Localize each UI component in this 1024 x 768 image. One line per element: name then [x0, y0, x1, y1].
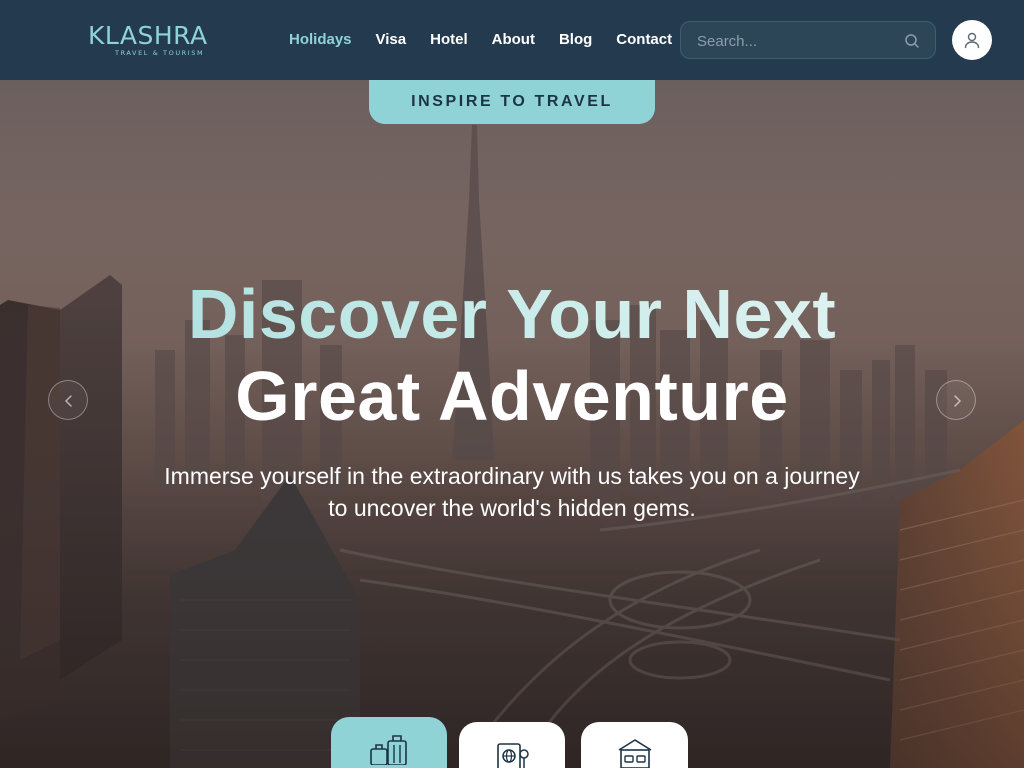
category-tab-hotel[interactable]	[581, 722, 688, 768]
logo-tagline: TRAVEL & TOURISM	[115, 49, 205, 57]
passport-icon	[497, 743, 529, 768]
user-icon	[964, 32, 980, 49]
hotel-icon	[618, 739, 651, 768]
luggage-icon	[370, 735, 407, 765]
logo[interactable]: KLASHRA TRAVEL & TOURISM	[88, 22, 218, 60]
carousel-next-button[interactable]	[936, 380, 976, 420]
chevron-left-icon	[64, 395, 72, 407]
nav-item-contact[interactable]: Contact	[616, 31, 672, 49]
logo-text: KLASHRA	[88, 21, 208, 50]
search-box	[680, 21, 936, 59]
hero-subtitle: Immerse yourself in the extraordinary wi…	[164, 463, 860, 521]
hero-title-line1: Discover Your Next	[0, 274, 1024, 354]
nav-item-visa[interactable]: Visa	[376, 31, 407, 49]
chevron-right-icon	[954, 395, 962, 407]
hero-title-line2: Great Adventure	[235, 357, 789, 435]
nav-item-hotel[interactable]: Hotel	[430, 31, 468, 49]
site-header: KLASHRA TRAVEL & TOURISM Holidays Visa H…	[0, 0, 1024, 80]
search-icon[interactable]	[903, 32, 921, 50]
user-account-button[interactable]	[952, 20, 992, 60]
carousel-prev-button[interactable]	[48, 380, 88, 420]
hero-section: INSPIRE TO TRAVEL Discover Your Next Gre…	[0, 80, 1024, 768]
nav-item-blog[interactable]: Blog	[559, 31, 592, 49]
nav-item-holidays[interactable]: Holidays	[289, 31, 352, 49]
hero-badge: INSPIRE TO TRAVEL	[369, 80, 655, 124]
search-input[interactable]	[697, 31, 897, 51]
hero-badge-text: INSPIRE TO TRAVEL	[411, 93, 613, 110]
nav-item-about[interactable]: About	[492, 31, 535, 49]
category-tab-visa[interactable]	[459, 722, 565, 768]
category-tab-holidays[interactable]	[331, 717, 447, 768]
main-nav: Holidays Visa Hotel About Blog Contact	[289, 31, 696, 49]
